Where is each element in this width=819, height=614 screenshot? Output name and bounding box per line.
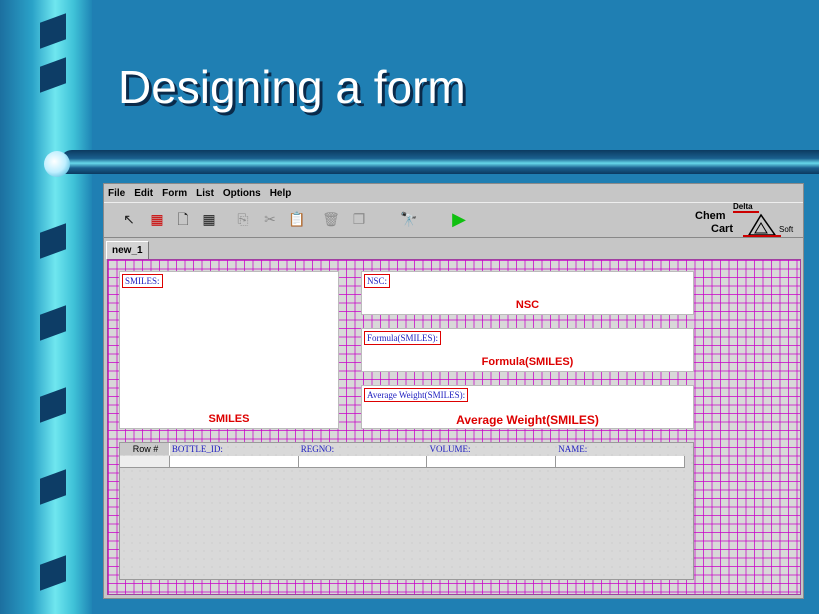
column-header-regno[interactable]: REGNO: (299, 443, 428, 455)
menu-edit[interactable]: Edit (134, 188, 153, 199)
new-document-icon[interactable]: 🗋 (174, 210, 192, 228)
row-number-cell (120, 456, 170, 467)
field-label: NSC: (364, 274, 391, 288)
menu-bar: File Edit Form List Options Help (104, 184, 803, 202)
field-label: SMILES: (122, 274, 163, 288)
field-label: Formula(SMILES): (364, 331, 441, 345)
smiles-field[interactable]: SMILES: SMILES (119, 271, 339, 429)
slide-left-bar (0, 0, 92, 614)
menu-form[interactable]: Form (162, 188, 187, 199)
paste-icon[interactable]: 📋 (288, 210, 306, 228)
run-icon[interactable]: ▶ (450, 210, 468, 228)
table-cell[interactable] (170, 456, 299, 467)
slide-rule-dot (44, 151, 70, 177)
column-header-volume[interactable]: VOLUME: (427, 443, 556, 455)
table-row[interactable] (120, 456, 685, 468)
average-weight-field[interactable]: Average Weight(SMILES): Average Weight(S… (361, 385, 694, 429)
tab-strip: new_1 (104, 238, 803, 259)
cut-icon[interactable]: ✂ (261, 210, 279, 228)
field-name: Formula(SMILES) (481, 356, 574, 368)
menu-file[interactable]: File (108, 188, 125, 199)
slide-rule (60, 150, 819, 174)
copy-icon[interactable]: ⎘ (234, 210, 252, 228)
field-name: NSC (515, 299, 540, 311)
text-field-icon[interactable]: ▦ (148, 210, 166, 228)
table-cell[interactable] (427, 456, 557, 467)
column-header-bottle-id[interactable]: BOTTLE_ID: (170, 443, 299, 455)
table-cell[interactable] (556, 456, 685, 467)
form-design-canvas[interactable]: SMILES: SMILES NSC: NSC Formula(SMILES):… (107, 259, 801, 595)
chemcart-logo: Chem Cart Delta Soft (695, 202, 799, 239)
formula-field[interactable]: Formula(SMILES): Formula(SMILES) (361, 328, 694, 372)
column-header-name[interactable]: NAME: (556, 443, 685, 455)
menu-list[interactable]: List (196, 188, 214, 199)
delta-logo-icon (733, 211, 781, 237)
menu-help[interactable]: Help (270, 188, 292, 199)
tab-new-1[interactable]: new_1 (106, 241, 149, 259)
duplicate-icon[interactable]: ❐ (350, 210, 368, 228)
binoculars-icon[interactable]: 🔭 (400, 210, 418, 228)
field-label: Average Weight(SMILES): (364, 388, 469, 402)
grid-table-icon[interactable]: ▦ (200, 210, 218, 228)
menu-options[interactable]: Options (223, 188, 261, 199)
field-name: Average Weight(SMILES) (456, 413, 599, 427)
field-name: SMILES (208, 413, 250, 425)
list-grid[interactable]: Row # BOTTLE_ID: REGNO: VOLUME: NAME: (119, 442, 694, 580)
row-number-header: Row # (120, 443, 170, 455)
nsc-field[interactable]: NSC: NSC (361, 271, 694, 315)
slide-title: Designing a form (118, 61, 466, 113)
app-window: File Edit Form List Options Help ↖ ▦ 🗋 ▦… (103, 183, 804, 599)
delete-icon[interactable]: 🗑 (322, 210, 340, 228)
pointer-icon[interactable]: ↖ (120, 210, 138, 228)
grid-header: Row # BOTTLE_ID: REGNO: VOLUME: NAME: (120, 443, 685, 455)
toolbar: ↖ ▦ 🗋 ▦ ⎘ ✂ 📋 🗑 ❐ 🔭 ▶ Chem Cart Delta So… (104, 202, 803, 238)
table-cell[interactable] (299, 456, 428, 467)
